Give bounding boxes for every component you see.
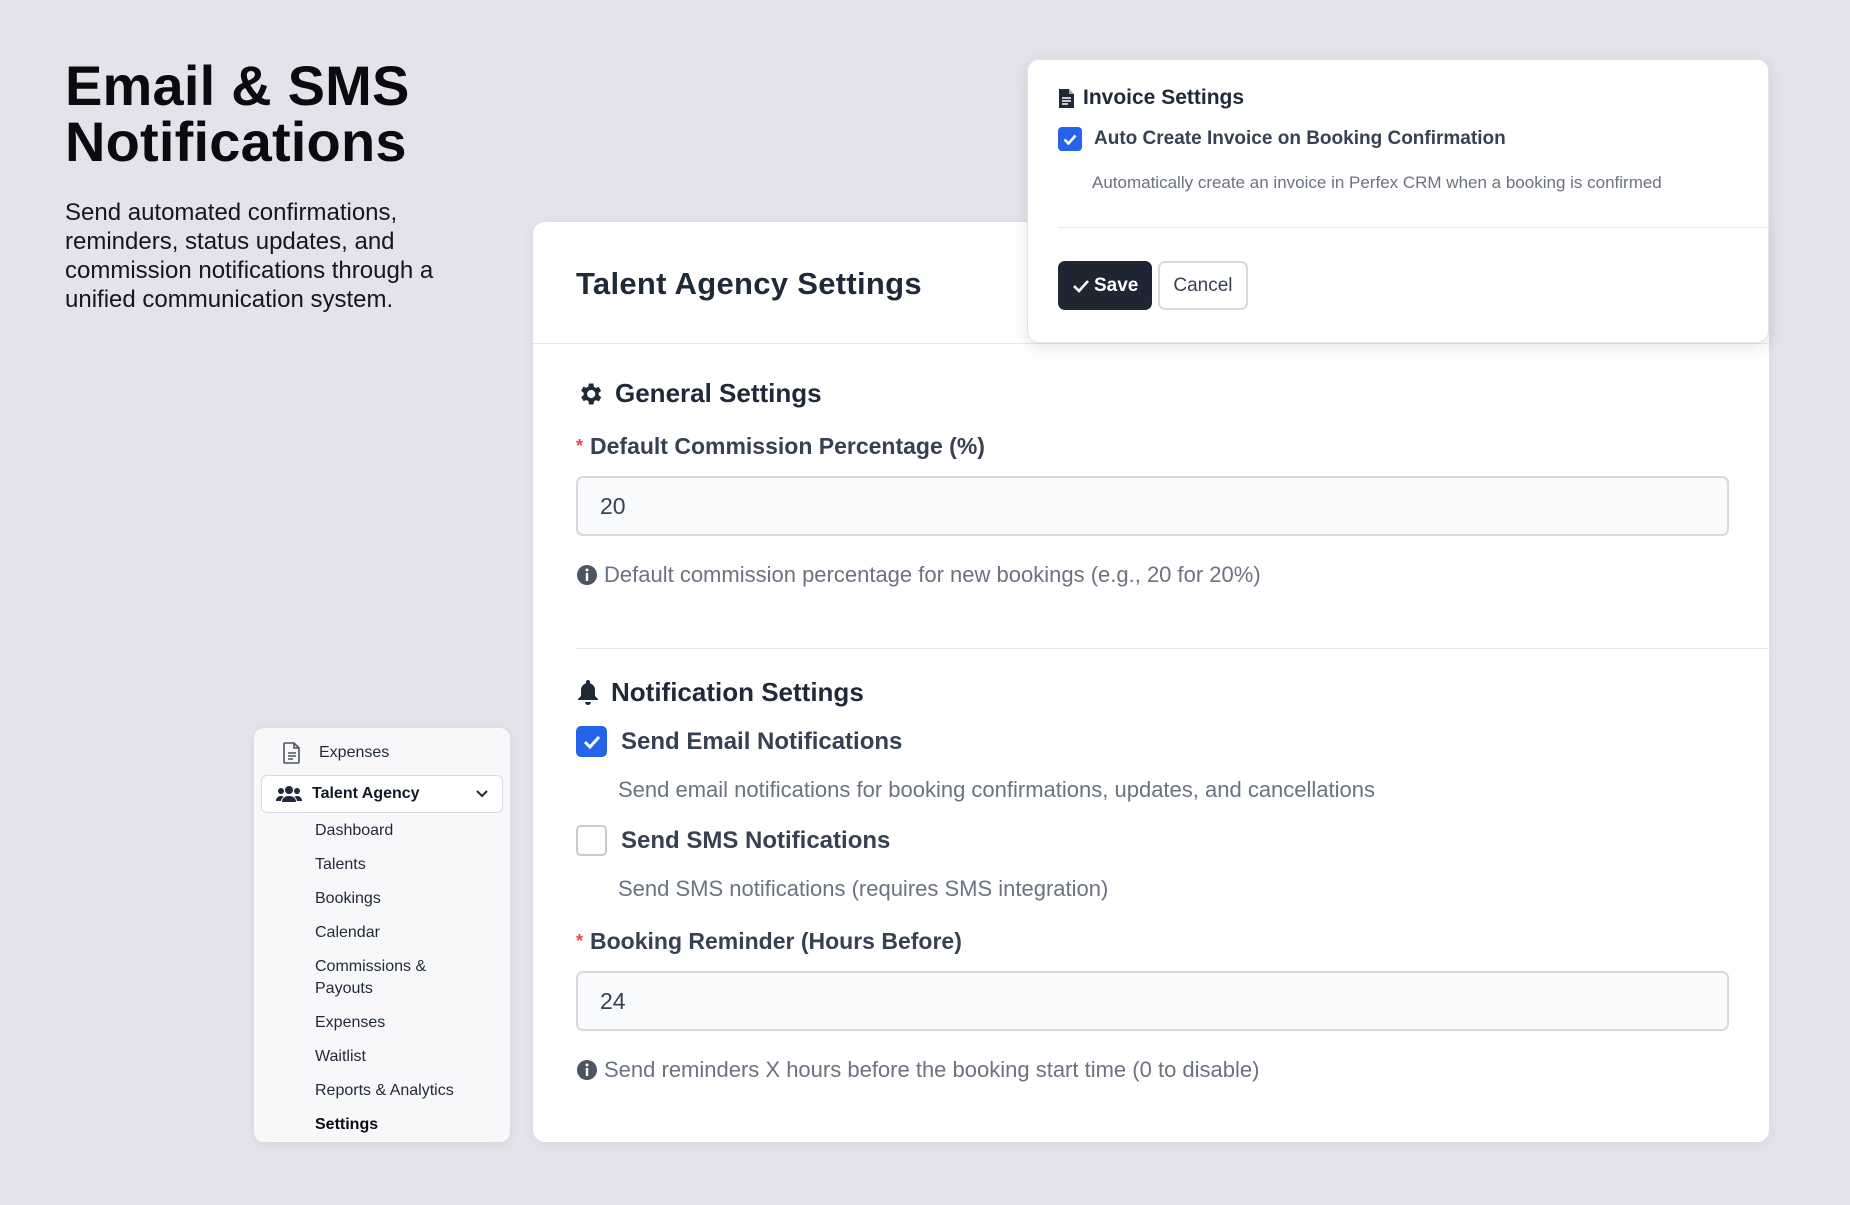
email-notifications-label: Send Email Notifications (621, 727, 903, 755)
info-icon (577, 1060, 597, 1080)
sidebar-item-expenses-sub[interactable]: Expenses (315, 1009, 503, 1043)
general-settings-title: General Settings (576, 378, 1726, 409)
gear-icon (581, 383, 602, 404)
notification-settings-label: Notification Settings (611, 677, 864, 707)
sidebar-group-talent-agency[interactable]: Talent Agency (261, 775, 503, 813)
commission-hint: Default commission percentage for new bo… (576, 562, 1726, 588)
bell-icon (578, 680, 598, 705)
commission-label: * Default Commission Percentage (%) (576, 433, 1726, 460)
sidebar-submenu: Dashboard Talents Bookings Calendar Comm… (261, 817, 503, 1145)
notification-settings-section: Notification Settings Send Email Notific… (533, 677, 1769, 1083)
users-icon (276, 785, 302, 803)
sms-notifications-checkbox[interactable] (576, 825, 607, 856)
required-marker: * (576, 436, 584, 456)
sidebar-item-expenses[interactable]: Expenses (261, 735, 503, 771)
auto-invoice-checkbox[interactable] (1058, 127, 1082, 151)
commission-label-text: Default Commission Percentage (%) (590, 433, 985, 459)
document-icon (283, 742, 300, 764)
reminder-label: * Booking Reminder (Hours Before) (576, 928, 1726, 955)
commission-input[interactable]: 20 (576, 476, 1729, 536)
required-marker: * (576, 931, 584, 951)
cancel-button[interactable]: Cancel (1158, 261, 1248, 310)
sidebar-item-reports[interactable]: Reports & Analytics (315, 1077, 503, 1111)
hero-title-line2: Notifications (65, 110, 407, 173)
invoice-divider (1058, 227, 1768, 228)
sidebar-item-bookings[interactable]: Bookings (315, 885, 503, 919)
commission-hint-text: Default commission percentage for new bo… (604, 562, 1261, 587)
hero-title: Email & SMS Notifications (65, 58, 485, 170)
reminder-hint: Send reminders X hours before the bookin… (576, 1057, 1726, 1083)
section-divider (576, 648, 1769, 649)
sidebar-item-commissions[interactable]: Commissions & Payouts (315, 953, 455, 1009)
sms-notifications-desc: Send SMS notifications (requires SMS int… (618, 876, 1109, 901)
invoice-actions: Save Cancel (1058, 261, 1768, 310)
auto-invoice-label: Auto Create Invoice on Booking Confirmat… (1094, 128, 1506, 149)
settings-card: Talent Agency Settings General Settings … (533, 222, 1769, 1142)
email-notifications-row[interactable]: Send Email Notifications (576, 726, 1726, 757)
sidebar-item-label: Expenses (319, 744, 390, 761)
auto-invoice-desc: Automatically create an invoice in Perfe… (1092, 173, 1662, 192)
invoice-settings-title: Invoice Settings (1058, 86, 1768, 110)
reminder-hint-text: Send reminders X hours before the bookin… (604, 1057, 1260, 1082)
check-icon (1063, 134, 1077, 145)
email-notifications-checkbox[interactable] (576, 726, 607, 757)
sidebar-group-label: Talent Agency (312, 785, 420, 802)
email-notifications-desc: Send email notifications for booking con… (618, 777, 1376, 802)
hero: Email & SMS Notifications Send automated… (65, 58, 485, 314)
sidebar-item-calendar[interactable]: Calendar (315, 919, 503, 953)
sms-notifications-row[interactable]: Send SMS Notifications (576, 825, 1726, 856)
sms-notifications-label: Send SMS Notifications (621, 826, 891, 854)
reminder-input[interactable]: 24 (576, 971, 1729, 1031)
general-settings-label: General Settings (615, 378, 822, 408)
sidebar: Expenses Talent Agency Dashboard Talents… (254, 728, 510, 1142)
auto-invoice-row[interactable]: Auto Create Invoice on Booking Confirmat… (1058, 127, 1768, 151)
hero-description: Send automated confirmations, reminders,… (65, 199, 434, 313)
sidebar-item-dashboard[interactable]: Dashboard (315, 817, 503, 851)
reminder-label-text: Booking Reminder (Hours Before) (590, 928, 962, 954)
invoice-icon (1059, 88, 1074, 108)
chevron-down-icon (476, 790, 488, 798)
sidebar-item-talents[interactable]: Talents (315, 851, 503, 885)
invoice-settings-label: Invoice Settings (1083, 86, 1245, 109)
check-icon (1073, 279, 1089, 293)
general-settings-section: General Settings * Default Commission Pe… (533, 378, 1769, 588)
save-button-label: Save (1094, 274, 1139, 296)
hero-title-line1: Email & SMS (65, 54, 410, 117)
sidebar-item-waitlist[interactable]: Waitlist (315, 1043, 503, 1077)
info-icon (577, 565, 597, 585)
invoice-settings-card: Invoice Settings Auto Create Invoice on … (1027, 59, 1769, 343)
check-icon (583, 735, 600, 749)
save-button[interactable]: Save (1058, 261, 1153, 310)
sidebar-item-settings[interactable]: Settings (315, 1111, 503, 1145)
notification-settings-title: Notification Settings (576, 677, 1726, 708)
